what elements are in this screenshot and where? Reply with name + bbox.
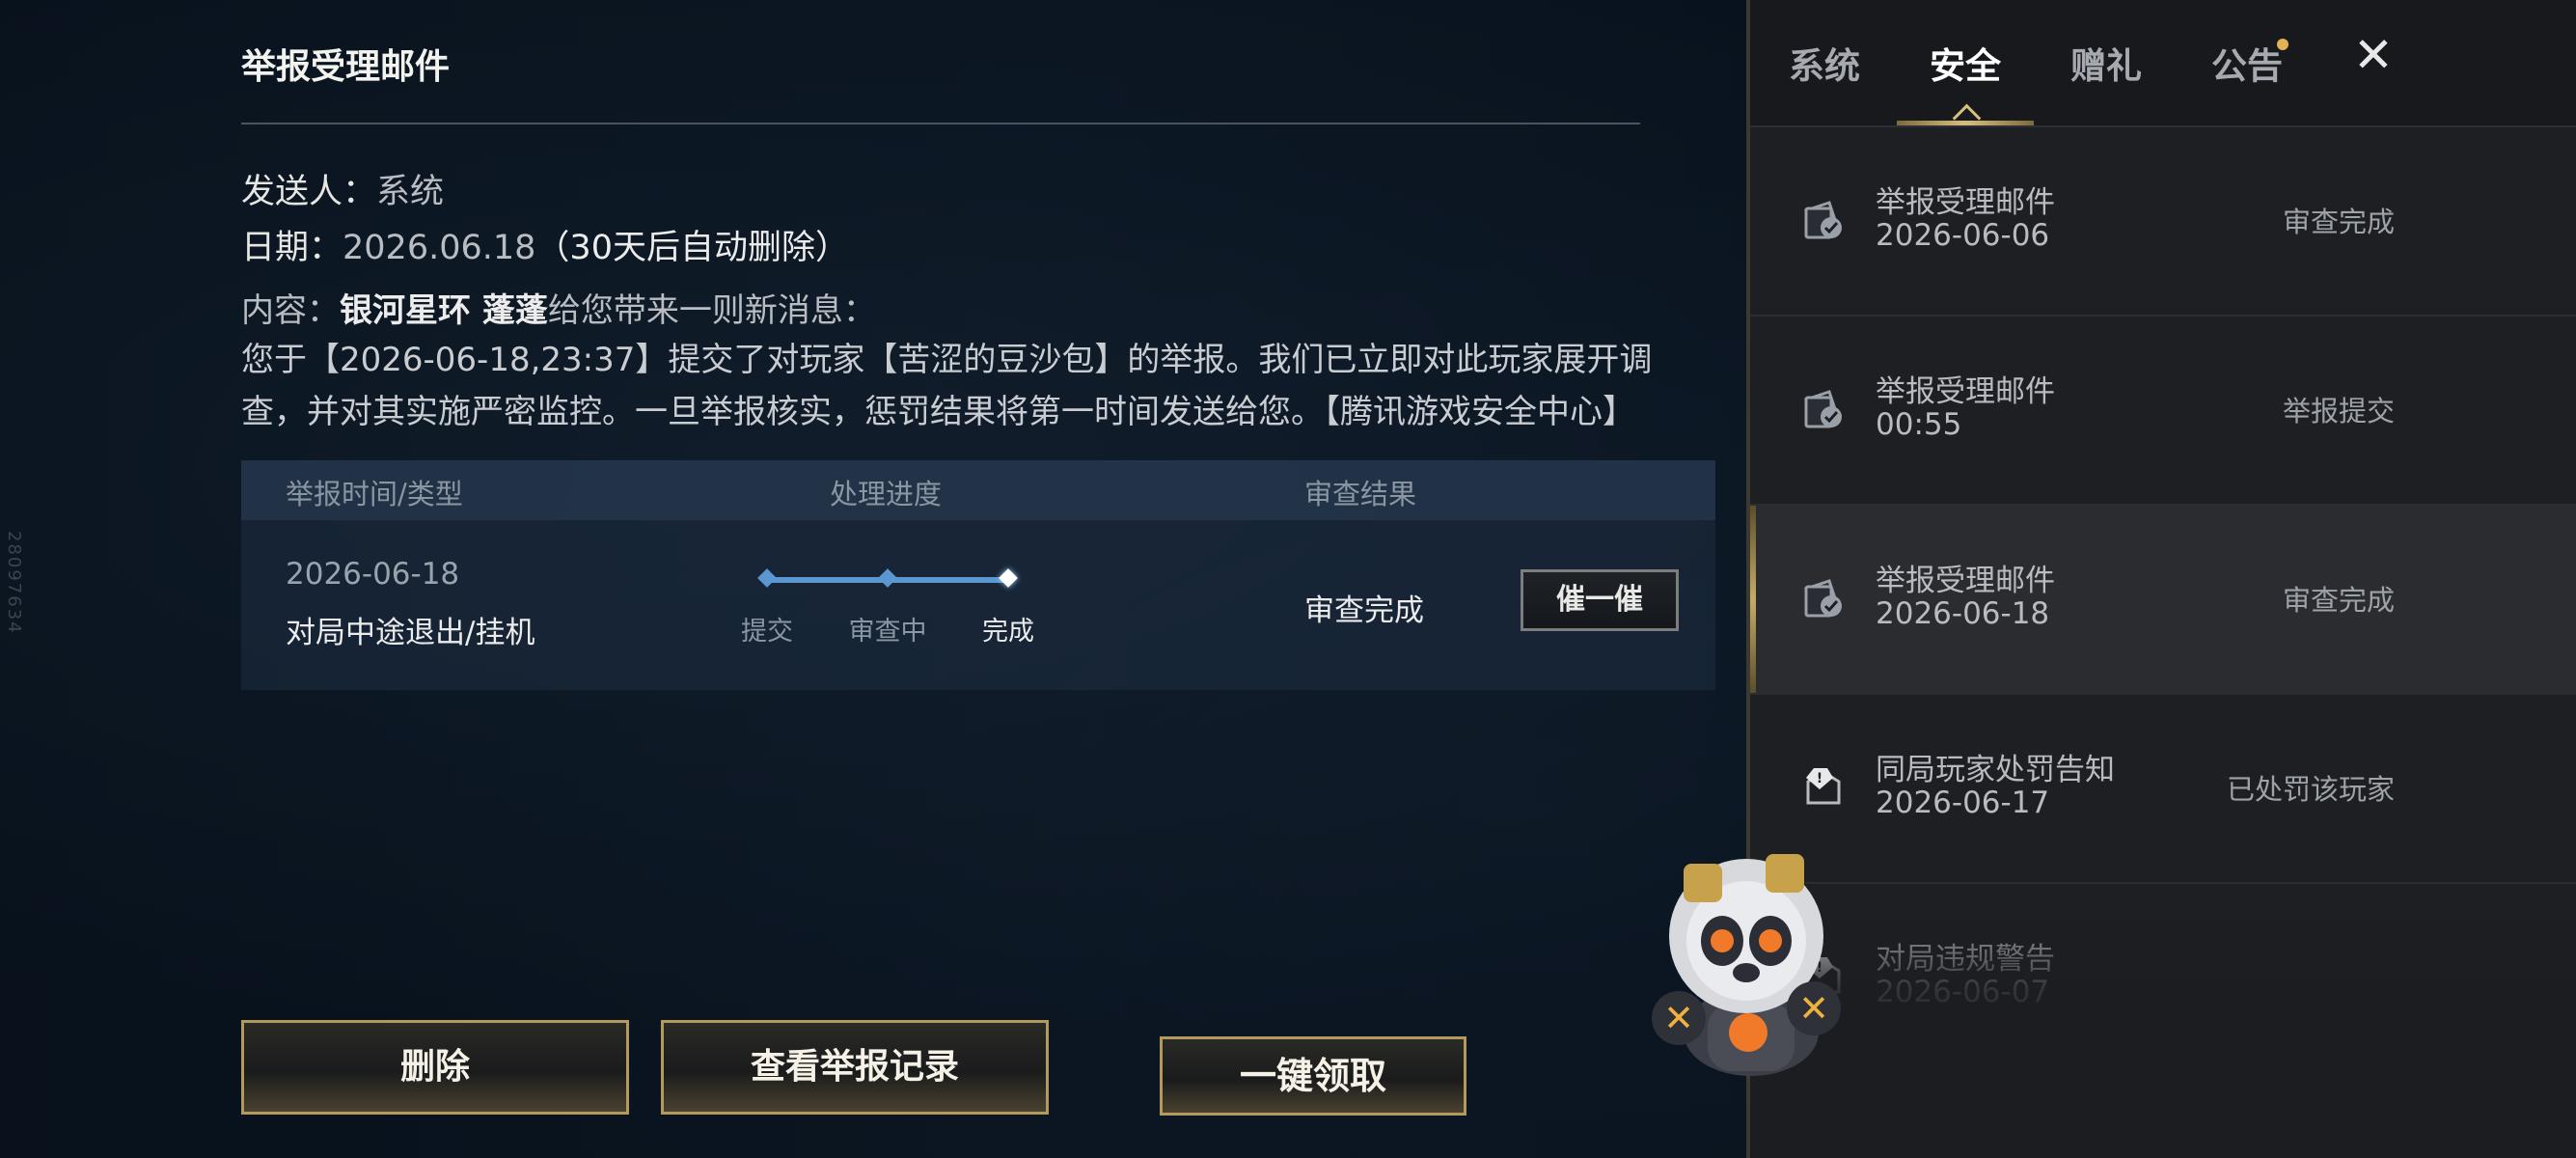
mail-list-item[interactable]: 举报受理邮件 00:55 举报提交 <box>1750 317 2576 506</box>
step-label-submit: 提交 <box>741 617 793 647</box>
mail-item-title: 同局玩家处罚告知 <box>1876 753 2115 787</box>
panda-robot-mascot: ✕ ✕ <box>1652 854 1841 1076</box>
progress-node-submit <box>757 568 777 588</box>
mail-item-title: 举报受理邮件 <box>1876 564 2055 598</box>
mail-item-date: 00:55 <box>1876 407 1962 442</box>
close-icon[interactable]: ✕ <box>2353 27 2394 83</box>
mail-item-status: 已处罚该玩家 <box>2226 773 2395 806</box>
review-result: 审查完成 <box>1304 593 1424 628</box>
sender-label: 发送人： <box>241 173 377 211</box>
mail-list-panel: 系统 安全 赠礼 公告 ✕ 举报受理邮件 2026-06-06 审查完成 举报受理邮件… <box>1746 0 2576 1158</box>
mail-check-icon <box>1803 579 1842 618</box>
list-fade <box>1750 897 2576 1158</box>
progress-node-reviewing <box>878 568 897 588</box>
selected-indicator <box>1750 506 1756 693</box>
mail-tabs: 系统 安全 赠礼 公告 ✕ <box>1750 0 2576 133</box>
svg-text:✕: ✕ <box>1798 987 1829 1030</box>
mail-screen: 28097634 举报受理邮件 发送人：系统 日期：2026.06.18（30天… <box>0 0 2576 1158</box>
content-body: 您于【2026-06-18,23:37】提交了对玩家【苦涩的豆沙包】的举报。我们… <box>241 341 1653 431</box>
header-result: 审查结果 <box>1304 478 1417 510</box>
report-progress-table: 举报时间/类型 处理进度 审查结果 2026-06-18 对局中途退出/挂机 提… <box>241 460 1715 690</box>
sender-value: 系统 <box>376 173 445 211</box>
mail-list-item[interactable]: 举报受理邮件 2026-06-06 审查完成 <box>1750 127 2576 317</box>
content-row: 内容：银河星环 蓬蓬给您带来一则新消息： <box>241 284 876 331</box>
date-row: 日期：2026.06.18（30天后自动删除） <box>241 220 849 269</box>
tab-security[interactable]: 安全 <box>1930 37 2001 89</box>
mail-detail-panel: 28097634 举报受理邮件 发送人：系统 日期：2026.06.18（30天… <box>0 0 1746 1158</box>
mascot-body: ✕ ✕ <box>1652 854 1841 1076</box>
header-time-type: 举报时间/类型 <box>286 478 463 510</box>
content-intro: 给您带来一则新消息： <box>547 291 876 330</box>
mail-item-date: 2026-06-06 <box>1876 218 2050 253</box>
mail-item-title: 举报受理邮件 <box>1876 374 2055 409</box>
mail-item-title: 举报受理邮件 <box>1876 185 2055 220</box>
progress-node-complete <box>999 568 1018 588</box>
content-label: 内容： <box>241 291 340 330</box>
tab-gifts[interactable]: 赠礼 <box>2070 37 2142 89</box>
mail-item-date: 2026-06-17 <box>1876 786 2050 820</box>
mail-list-item[interactable]: 举报受理邮件 2026-06-18 审查完成 <box>1750 506 2576 695</box>
mail-item-status: 审查完成 <box>2282 584 2395 617</box>
mail-item-date: 2026-06-18 <box>1876 596 2050 631</box>
mail-detail-title: 举报受理邮件 <box>241 47 451 87</box>
side-id-text: 28097634 <box>4 531 24 635</box>
delete-button[interactable]: 删除 <box>241 1020 629 1115</box>
urge-button[interactable]: 催一催 <box>1521 569 1679 631</box>
tab-system[interactable]: 系统 <box>1789 37 1860 89</box>
date-label: 日期： <box>241 229 343 267</box>
step-label-complete: 完成 <box>982 617 1034 647</box>
new-announcement-dot <box>2277 39 2288 50</box>
report-date: 2026-06-18 <box>286 557 460 592</box>
mail-item-status: 举报提交 <box>2282 395 2395 427</box>
header-progress: 处理进度 <box>830 478 943 510</box>
auto-delete-note: （30天后自动删除） <box>535 229 849 267</box>
report-type: 对局中途退出/挂机 <box>286 616 535 650</box>
date-value: 2026.06.18 <box>343 229 536 267</box>
content-source: 银河星环 蓬蓬 <box>340 291 548 330</box>
mail-list-item[interactable]: ! 同局玩家处罚告知 2026-06-17 已处罚该玩家 <box>1750 695 2576 884</box>
claim-all-button[interactable]: 一键领取 <box>1160 1036 1466 1116</box>
view-report-records-button[interactable]: 查看举报记录 <box>661 1020 1049 1115</box>
sender-row: 发送人：系统 <box>241 164 444 213</box>
mail-item-status: 审查完成 <box>2282 206 2395 238</box>
svg-text:✕: ✕ <box>1663 997 1694 1039</box>
mail-check-icon <box>1803 390 1842 428</box>
mail-check-icon <box>1803 201 1842 239</box>
title-divider <box>241 123 1640 124</box>
tab-announcements[interactable]: 公告 <box>2211 37 2283 89</box>
step-label-reviewing: 审查中 <box>848 617 927 647</box>
table-header: 举报时间/类型 处理进度 审查结果 <box>241 460 1715 520</box>
